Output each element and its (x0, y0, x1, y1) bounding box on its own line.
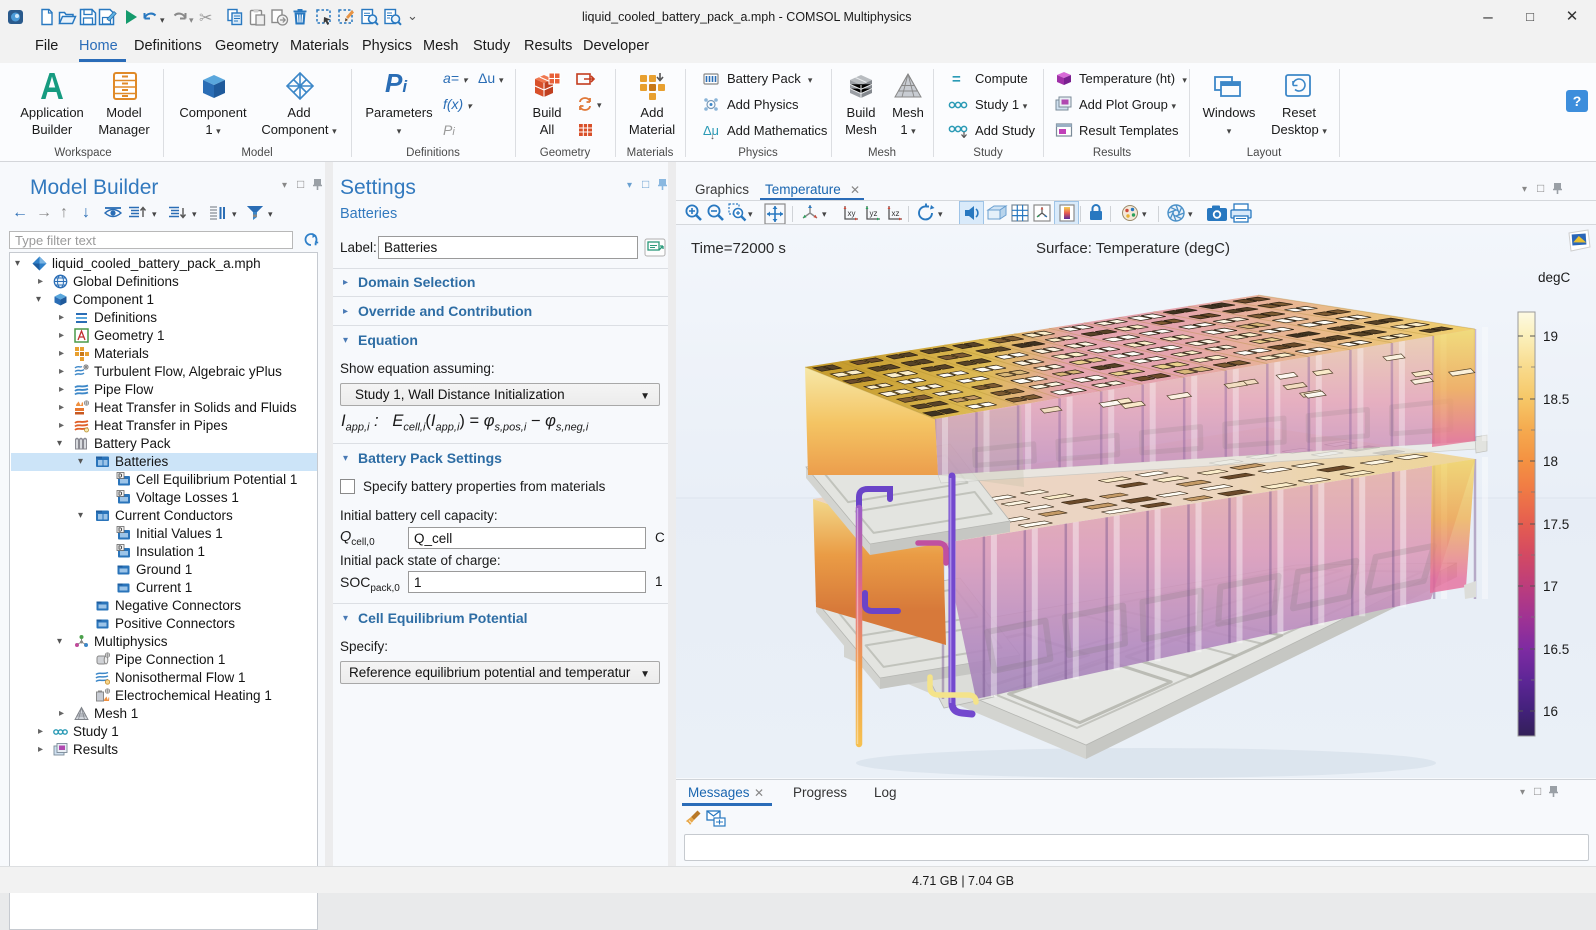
svg-text:16.5: 16.5 (1543, 642, 1569, 657)
svg-text:Time=72000 s: Time=72000 s (691, 240, 786, 257)
svg-text:18: 18 (1543, 454, 1558, 469)
svg-text:D: D (118, 528, 122, 534)
svg-text:yz: yz (870, 209, 878, 218)
svg-text:16: 16 (1543, 704, 1558, 719)
svg-text:Surface: Temperature (degC): Surface: Temperature (degC) (1036, 240, 1230, 257)
svg-text:D: D (118, 492, 122, 498)
svg-text:xy: xy (848, 209, 856, 218)
svg-text:degC: degC (1538, 270, 1571, 285)
svg-text:xz: xz (892, 209, 900, 218)
svg-text:18.5: 18.5 (1543, 392, 1569, 407)
svg-text:D: D (118, 474, 122, 480)
svg-text:D: D (118, 546, 122, 552)
svg-text:17: 17 (1543, 579, 1558, 594)
svg-text:17.5: 17.5 (1543, 517, 1569, 532)
svg-text:19: 19 (1543, 329, 1558, 344)
